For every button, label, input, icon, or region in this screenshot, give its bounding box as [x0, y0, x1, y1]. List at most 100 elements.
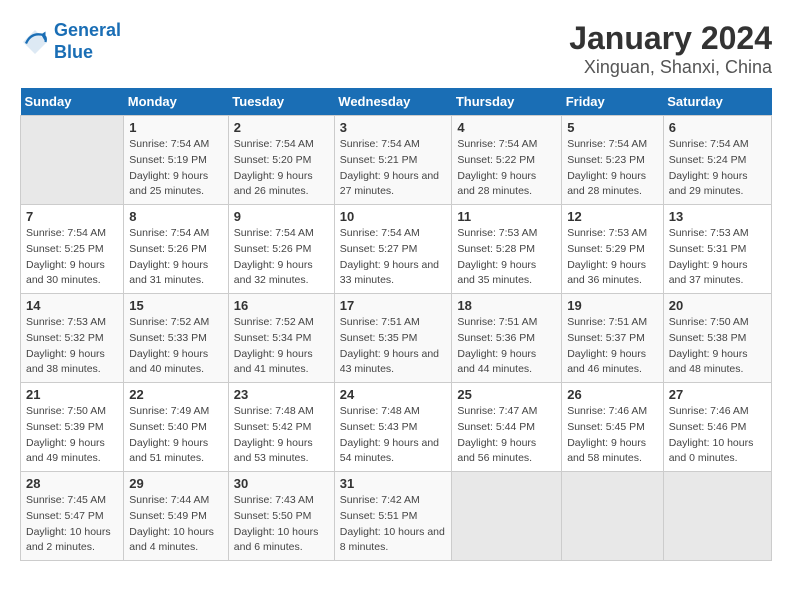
- day-number: 8: [129, 209, 223, 224]
- page-title: January 2024: [569, 20, 772, 57]
- day-number: 7: [26, 209, 118, 224]
- day-detail: Sunrise: 7:54 AMSunset: 5:25 PMDaylight:…: [26, 226, 118, 289]
- calendar-cell: 16 Sunrise: 7:52 AMSunset: 5:34 PMDayligh…: [228, 294, 334, 383]
- calendar-cell: 27 Sunrise: 7:46 AMSunset: 5:46 PMDayligh…: [663, 383, 771, 472]
- day-number: 13: [669, 209, 766, 224]
- day-number: 26: [567, 387, 658, 402]
- calendar-cell: 19 Sunrise: 7:51 AMSunset: 5:37 PMDayligh…: [562, 294, 664, 383]
- calendar-cell: [21, 116, 124, 205]
- day-detail: Sunrise: 7:54 AMSunset: 5:21 PMDaylight:…: [340, 137, 447, 200]
- day-detail: Sunrise: 7:54 AMSunset: 5:26 PMDaylight:…: [129, 226, 223, 289]
- day-detail: Sunrise: 7:48 AMSunset: 5:43 PMDaylight:…: [340, 404, 447, 467]
- header-tuesday: Tuesday: [228, 88, 334, 116]
- day-detail: Sunrise: 7:46 AMSunset: 5:46 PMDaylight:…: [669, 404, 766, 467]
- day-detail: Sunrise: 7:53 AMSunset: 5:31 PMDaylight:…: [669, 226, 766, 289]
- day-number: 29: [129, 476, 223, 491]
- calendar-cell: 8 Sunrise: 7:54 AMSunset: 5:26 PMDaylight…: [124, 205, 229, 294]
- calendar-cell: 17Sunrise: 7:51 AMSunset: 5:35 PMDayligh…: [334, 294, 452, 383]
- day-detail: Sunrise: 7:54 AMSunset: 5:24 PMDaylight:…: [669, 137, 766, 200]
- calendar-cell: [452, 472, 562, 561]
- calendar-cell: 3 Sunrise: 7:54 AMSunset: 5:21 PMDaylight…: [334, 116, 452, 205]
- day-detail: Sunrise: 7:53 AMSunset: 5:32 PMDaylight:…: [26, 315, 118, 378]
- day-detail: Sunrise: 7:52 AMSunset: 5:33 PMDaylight:…: [129, 315, 223, 378]
- day-number: 3: [340, 120, 447, 135]
- header-thursday: Thursday: [452, 88, 562, 116]
- calendar-header-row: SundayMondayTuesdayWednesdayThursdayFrid…: [21, 88, 772, 116]
- day-detail: Sunrise: 7:49 AMSunset: 5:40 PMDaylight:…: [129, 404, 223, 467]
- day-detail: Sunrise: 7:53 AMSunset: 5:29 PMDaylight:…: [567, 226, 658, 289]
- day-detail: Sunrise: 7:51 AMSunset: 5:35 PMDaylight:…: [340, 315, 447, 378]
- week-row-3: 21 Sunrise: 7:50 AMSunset: 5:39 PMDayligh…: [21, 383, 772, 472]
- day-number: 15: [129, 298, 223, 313]
- calendar-cell: 6 Sunrise: 7:54 AMSunset: 5:24 PMDaylight…: [663, 116, 771, 205]
- calendar-cell: [562, 472, 664, 561]
- day-number: 2: [234, 120, 329, 135]
- calendar-cell: 29 Sunrise: 7:44 AMSunset: 5:49 PMDayligh…: [124, 472, 229, 561]
- calendar-cell: 20 Sunrise: 7:50 AMSunset: 5:38 PMDayligh…: [663, 294, 771, 383]
- logo-line2: Blue: [54, 42, 93, 62]
- day-number: 14: [26, 298, 118, 313]
- day-number: 19: [567, 298, 658, 313]
- calendar-cell: 9Sunrise: 7:54 AMSunset: 5:26 PMDaylight…: [228, 205, 334, 294]
- day-detail: Sunrise: 7:50 AMSunset: 5:38 PMDaylight:…: [669, 315, 766, 378]
- calendar-cell: 24 Sunrise: 7:48 AMSunset: 5:43 PMDayligh…: [334, 383, 452, 472]
- calendar-cell: 25Sunrise: 7:47 AMSunset: 5:44 PMDayligh…: [452, 383, 562, 472]
- day-number: 1: [129, 120, 223, 135]
- logo-icon: [20, 27, 50, 57]
- calendar-cell: 31Sunrise: 7:42 AMSunset: 5:51 PMDayligh…: [334, 472, 452, 561]
- day-detail: Sunrise: 7:51 AMSunset: 5:37 PMDaylight:…: [567, 315, 658, 378]
- page-header: General Blue January 2024 Xinguan, Shanx…: [20, 20, 772, 78]
- calendar-cell: 4Sunrise: 7:54 AMSunset: 5:22 PMDaylight…: [452, 116, 562, 205]
- header-wednesday: Wednesday: [334, 88, 452, 116]
- day-detail: Sunrise: 7:46 AMSunset: 5:45 PMDaylight:…: [567, 404, 658, 467]
- day-detail: Sunrise: 7:54 AMSunset: 5:23 PMDaylight:…: [567, 137, 658, 200]
- calendar-cell: 11Sunrise: 7:53 AMSunset: 5:28 PMDayligh…: [452, 205, 562, 294]
- day-detail: Sunrise: 7:44 AMSunset: 5:49 PMDaylight:…: [129, 493, 223, 556]
- day-number: 31: [340, 476, 447, 491]
- logo-text: General Blue: [54, 20, 121, 63]
- calendar-cell: 23Sunrise: 7:48 AMSunset: 5:42 PMDayligh…: [228, 383, 334, 472]
- calendar-cell: 14 Sunrise: 7:53 AMSunset: 5:32 PMDayligh…: [21, 294, 124, 383]
- day-number: 18: [457, 298, 556, 313]
- week-row-4: 28Sunrise: 7:45 AMSunset: 5:47 PMDayligh…: [21, 472, 772, 561]
- day-number: 30: [234, 476, 329, 491]
- calendar-cell: 22 Sunrise: 7:49 AMSunset: 5:40 PMDayligh…: [124, 383, 229, 472]
- calendar-table: SundayMondayTuesdayWednesdayThursdayFrid…: [20, 88, 772, 561]
- day-detail: Sunrise: 7:43 AMSunset: 5:50 PMDaylight:…: [234, 493, 329, 556]
- day-number: 22: [129, 387, 223, 402]
- day-number: 21: [26, 387, 118, 402]
- calendar-cell: 26 Sunrise: 7:46 AMSunset: 5:45 PMDayligh…: [562, 383, 664, 472]
- day-number: 10: [340, 209, 447, 224]
- calendar-cell: 30 Sunrise: 7:43 AMSunset: 5:50 PMDayligh…: [228, 472, 334, 561]
- day-number: 16: [234, 298, 329, 313]
- calendar-cell: 21 Sunrise: 7:50 AMSunset: 5:39 PMDayligh…: [21, 383, 124, 472]
- day-number: 11: [457, 209, 556, 224]
- day-number: 9: [234, 209, 329, 224]
- week-row-2: 14 Sunrise: 7:53 AMSunset: 5:32 PMDayligh…: [21, 294, 772, 383]
- day-number: 20: [669, 298, 766, 313]
- day-detail: Sunrise: 7:54 AMSunset: 5:27 PMDaylight:…: [340, 226, 447, 289]
- logo: General Blue: [20, 20, 121, 63]
- day-detail: Sunrise: 7:54 AMSunset: 5:20 PMDaylight:…: [234, 137, 329, 200]
- day-number: 5: [567, 120, 658, 135]
- calendar-cell: 13 Sunrise: 7:53 AMSunset: 5:31 PMDayligh…: [663, 205, 771, 294]
- header-saturday: Saturday: [663, 88, 771, 116]
- calendar-cell: 15 Sunrise: 7:52 AMSunset: 5:33 PMDayligh…: [124, 294, 229, 383]
- header-monday: Monday: [124, 88, 229, 116]
- day-detail: Sunrise: 7:54 AMSunset: 5:19 PMDaylight:…: [129, 137, 223, 200]
- week-row-0: 1 Sunrise: 7:54 AMSunset: 5:19 PMDaylight…: [21, 116, 772, 205]
- day-detail: Sunrise: 7:45 AMSunset: 5:47 PMDaylight:…: [26, 493, 118, 556]
- day-detail: Sunrise: 7:47 AMSunset: 5:44 PMDaylight:…: [457, 404, 556, 467]
- week-row-1: 7 Sunrise: 7:54 AMSunset: 5:25 PMDaylight…: [21, 205, 772, 294]
- day-number: 4: [457, 120, 556, 135]
- day-number: 6: [669, 120, 766, 135]
- calendar-cell: [663, 472, 771, 561]
- logo-line1: General: [54, 20, 121, 40]
- day-detail: Sunrise: 7:52 AMSunset: 5:34 PMDaylight:…: [234, 315, 329, 378]
- day-number: 24: [340, 387, 447, 402]
- day-detail: Sunrise: 7:50 AMSunset: 5:39 PMDaylight:…: [26, 404, 118, 467]
- header-friday: Friday: [562, 88, 664, 116]
- day-number: 27: [669, 387, 766, 402]
- calendar-cell: 12Sunrise: 7:53 AMSunset: 5:29 PMDayligh…: [562, 205, 664, 294]
- calendar-cell: 18Sunrise: 7:51 AMSunset: 5:36 PMDayligh…: [452, 294, 562, 383]
